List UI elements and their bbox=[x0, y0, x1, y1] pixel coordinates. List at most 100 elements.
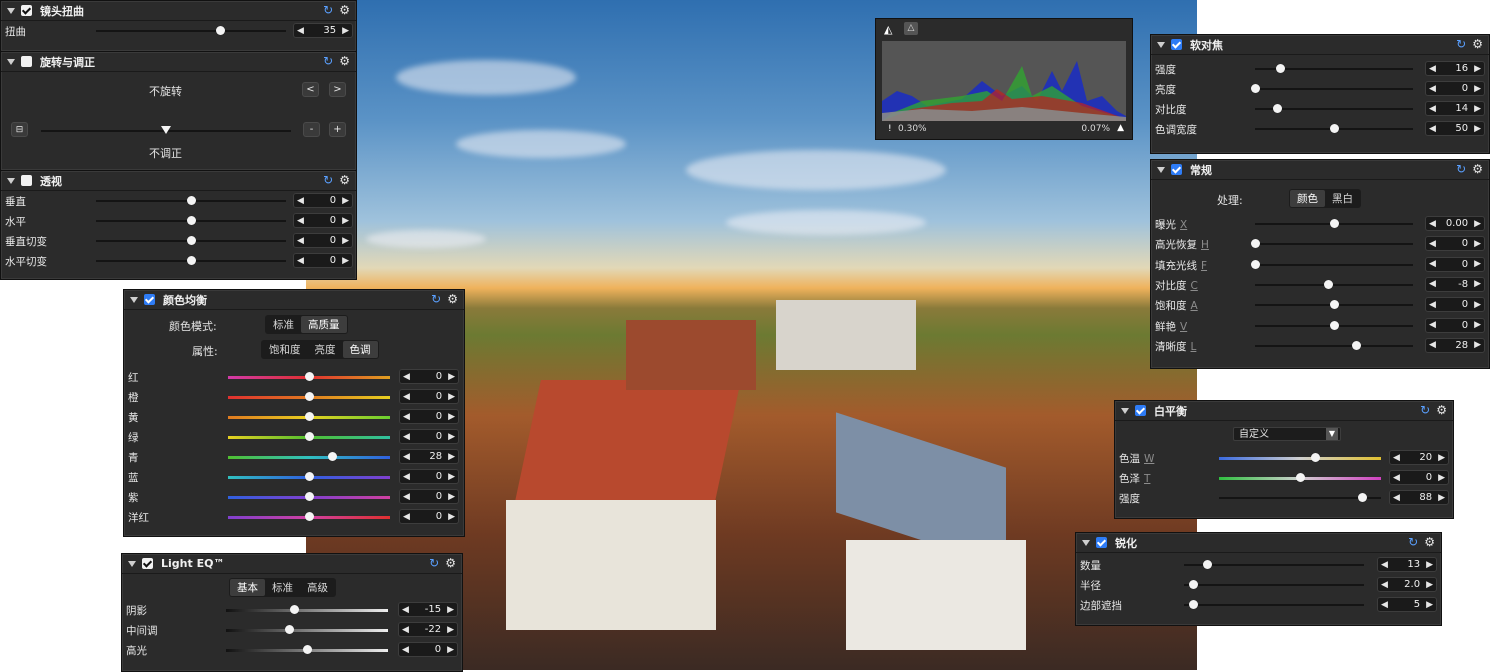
stepper-value[interactable]: -8 bbox=[1436, 279, 1474, 290]
stepper-value[interactable]: 0 bbox=[410, 431, 448, 442]
reset-icon[interactable]: ↻ bbox=[429, 556, 439, 570]
increment-icon[interactable]: ▶ bbox=[1474, 239, 1481, 249]
collapse-triangle-icon[interactable] bbox=[7, 58, 15, 65]
straighten-slider-handle[interactable] bbox=[161, 126, 171, 134]
stepper-value[interactable]: -22 bbox=[409, 624, 447, 635]
decrement-icon[interactable]: ◀ bbox=[1429, 259, 1436, 269]
slider-handle[interactable] bbox=[285, 625, 295, 634]
decrement-icon[interactable]: ◀ bbox=[1429, 219, 1436, 229]
value-stepper[interactable]: ◀ 50 ▶ bbox=[1425, 121, 1485, 136]
slider-handle[interactable] bbox=[1330, 320, 1339, 330]
slider-handle[interactable] bbox=[1276, 64, 1286, 73]
slider-handle[interactable] bbox=[1251, 259, 1260, 269]
increment-icon[interactable]: ▶ bbox=[1474, 300, 1481, 310]
rotate-right-button[interactable]: > bbox=[329, 82, 346, 97]
increment-icon[interactable]: ▶ bbox=[448, 492, 455, 502]
value-stepper[interactable]: ◀ 0 ▶ bbox=[293, 193, 353, 208]
increment-icon[interactable]: ▶ bbox=[447, 645, 454, 655]
slider-handle[interactable] bbox=[187, 256, 196, 265]
highlight-clip-icon[interactable]: ▲ bbox=[1117, 123, 1124, 133]
collapse-triangle-icon[interactable] bbox=[130, 296, 138, 303]
decrement-icon[interactable]: ◀ bbox=[402, 645, 409, 655]
decrement-icon[interactable]: ◀ bbox=[1429, 279, 1436, 289]
decrement-icon[interactable]: ◀ bbox=[403, 512, 410, 522]
value-stepper[interactable]: ◀ 0.00 ▶ bbox=[1425, 216, 1485, 231]
slider-handle[interactable] bbox=[290, 605, 300, 614]
decrement-icon[interactable]: ◀ bbox=[403, 432, 410, 442]
slider-track[interactable] bbox=[226, 629, 388, 632]
straighten-minus-button[interactable]: - bbox=[303, 122, 320, 137]
stepper-value[interactable]: 0 bbox=[410, 391, 448, 402]
enable-checkbox[interactable] bbox=[21, 56, 32, 67]
shadow-clip-icon[interactable]: ! bbox=[888, 124, 892, 134]
increment-icon[interactable]: ▶ bbox=[342, 256, 349, 266]
reset-icon[interactable]: ↻ bbox=[1420, 403, 1430, 417]
collapse-triangle-icon[interactable] bbox=[1082, 539, 1090, 546]
stepper-value[interactable]: -15 bbox=[409, 604, 447, 615]
stepper-value[interactable]: 13 bbox=[1388, 559, 1426, 570]
value-stepper[interactable]: ◀ 88 ▶ bbox=[1389, 490, 1449, 505]
slider-handle[interactable] bbox=[305, 392, 314, 401]
increment-icon[interactable]: ▶ bbox=[1474, 320, 1481, 330]
enable-checkbox[interactable] bbox=[1096, 537, 1107, 548]
slider-handle[interactable] bbox=[1330, 124, 1339, 133]
value-stepper[interactable]: ◀ 0 ▶ bbox=[399, 369, 459, 384]
enable-checkbox[interactable] bbox=[142, 558, 153, 569]
decrement-icon[interactable]: ◀ bbox=[1429, 320, 1436, 330]
increment-icon[interactable]: ▶ bbox=[1474, 84, 1481, 94]
increment-icon[interactable]: ▶ bbox=[1474, 104, 1481, 114]
decrement-icon[interactable]: ◀ bbox=[403, 412, 410, 422]
slider-track[interactable] bbox=[1184, 604, 1364, 606]
increment-icon[interactable]: ▶ bbox=[448, 512, 455, 522]
stepper-value[interactable]: 0 bbox=[410, 411, 448, 422]
increment-icon[interactable]: ▶ bbox=[448, 432, 455, 442]
slider-handle[interactable] bbox=[305, 372, 314, 381]
stepper-value[interactable]: 2.0 bbox=[1388, 579, 1426, 590]
value-stepper[interactable]: ◀ 20 ▶ bbox=[1389, 450, 1449, 465]
decrement-icon[interactable]: ◀ bbox=[297, 216, 304, 226]
slider-handle[interactable] bbox=[1357, 493, 1367, 502]
slider-track[interactable] bbox=[1184, 584, 1364, 586]
enable-checkbox[interactable] bbox=[1171, 39, 1182, 50]
preset-dropdown[interactable]: 自定义 ▼ bbox=[1233, 427, 1341, 441]
slider-handle[interactable] bbox=[1273, 104, 1283, 113]
gear-icon[interactable]: ⚙ bbox=[339, 3, 350, 17]
gear-icon[interactable]: ⚙ bbox=[339, 173, 350, 187]
stepper-value[interactable]: 0 bbox=[1400, 472, 1438, 483]
slider-handle[interactable] bbox=[187, 236, 196, 245]
gear-icon[interactable]: ⚙ bbox=[339, 54, 350, 68]
segment-option[interactable]: 亮度 bbox=[308, 341, 343, 358]
value-stepper[interactable]: ◀ 0 ▶ bbox=[1425, 81, 1485, 96]
value-stepper[interactable]: ◀ 0 ▶ bbox=[1425, 236, 1485, 252]
stepper-value[interactable]: 0 bbox=[304, 195, 342, 206]
stepper-value[interactable]: 14 bbox=[1436, 103, 1474, 114]
stepper-value[interactable]: 28 bbox=[1436, 340, 1474, 351]
enable-checkbox[interactable] bbox=[1135, 405, 1146, 416]
decrement-icon[interactable]: ◀ bbox=[297, 26, 304, 36]
value-stepper[interactable]: ◀ 0 ▶ bbox=[399, 509, 459, 524]
decrement-icon[interactable]: ◀ bbox=[1429, 300, 1436, 310]
stepper-value[interactable]: 16 bbox=[1436, 63, 1474, 74]
collapse-triangle-icon[interactable] bbox=[128, 560, 136, 567]
collapse-triangle-icon[interactable] bbox=[1157, 166, 1165, 173]
slider-handle[interactable] bbox=[1330, 300, 1339, 310]
segment-option[interactable]: 基本 bbox=[230, 579, 265, 596]
increment-icon[interactable]: ▶ bbox=[1474, 279, 1481, 289]
slider-track[interactable] bbox=[1255, 283, 1413, 286]
straighten-plus-button[interactable]: + bbox=[329, 122, 346, 137]
slider-track[interactable] bbox=[1255, 88, 1413, 90]
decrement-icon[interactable]: ◀ bbox=[403, 452, 410, 462]
increment-icon[interactable]: ▶ bbox=[448, 452, 455, 462]
value-stepper[interactable]: ◀ 0 ▶ bbox=[399, 389, 459, 404]
gear-icon[interactable]: ⚙ bbox=[1472, 162, 1483, 176]
decrement-icon[interactable]: ◀ bbox=[1429, 340, 1436, 350]
slider-handle[interactable] bbox=[305, 432, 314, 441]
decrement-icon[interactable]: ◀ bbox=[297, 196, 304, 206]
decrement-icon[interactable]: ◀ bbox=[402, 625, 409, 635]
slider-handle[interactable] bbox=[305, 412, 314, 421]
decrement-icon[interactable]: ◀ bbox=[1429, 64, 1436, 74]
value-stepper[interactable]: ◀ 28 ▶ bbox=[399, 449, 459, 464]
enable-checkbox[interactable] bbox=[21, 175, 32, 186]
increment-icon[interactable]: ▶ bbox=[1426, 560, 1433, 570]
reset-icon[interactable]: ↻ bbox=[323, 54, 333, 68]
